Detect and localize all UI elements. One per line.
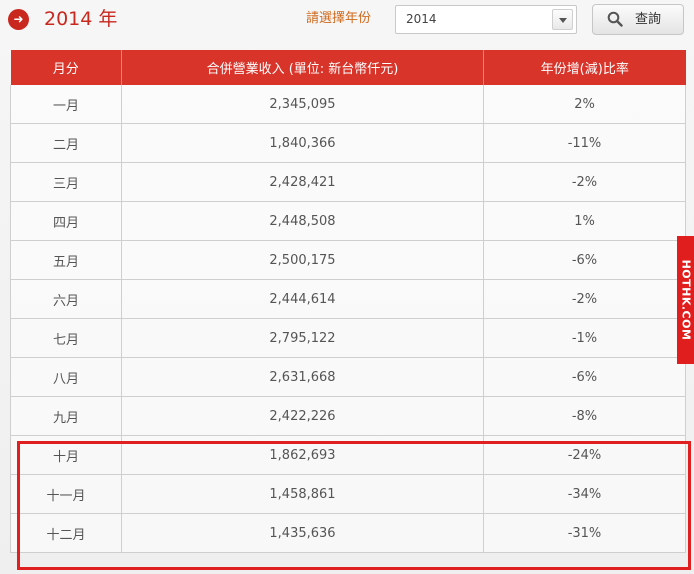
cell-month: 五月 <box>10 240 122 280</box>
column-header-month: 月分 <box>10 50 122 85</box>
year-select[interactable]: 2014 <box>395 5 577 34</box>
cell-change: -6% <box>483 357 686 397</box>
cell-change: 2% <box>483 85 686 124</box>
cell-month: 九月 <box>10 396 122 436</box>
table-row: 九月 2,422,226 -8% <box>10 396 686 436</box>
year-select-label: 請選擇年份 <box>306 11 372 26</box>
cell-revenue: 2,448,508 <box>121 201 484 241</box>
cell-month: 六月 <box>10 279 122 319</box>
year-select-value: 2014 <box>406 12 437 26</box>
table-row: 四月 2,448,508 1% <box>10 201 686 241</box>
cell-month: 七月 <box>10 318 122 358</box>
cell-revenue: 2,428,421 <box>121 162 484 202</box>
highlight-box <box>17 441 691 570</box>
table-row: 八月 2,631,668 -6% <box>10 357 686 397</box>
search-icon <box>607 11 623 27</box>
cell-revenue: 2,795,122 <box>121 318 484 358</box>
cell-change: -6% <box>483 240 686 280</box>
cell-month: 一月 <box>10 85 122 124</box>
page-title: 2014 年 <box>44 8 118 30</box>
cell-revenue: 2,345,095 <box>121 85 484 124</box>
table-row: 五月 2,500,175 -6% <box>10 240 686 280</box>
table-row: 三月 2,428,421 -2% <box>10 162 686 202</box>
table-header-row: 月分 合併營業收入 (單位: 新台幣仟元) 年份增(減)比率 <box>10 50 686 85</box>
dropdown-button[interactable] <box>552 9 573 30</box>
chevron-down-icon <box>559 18 567 23</box>
table-row: 七月 2,795,122 -1% <box>10 318 686 358</box>
query-button[interactable]: 查詢 <box>592 4 684 35</box>
cell-revenue: 2,422,226 <box>121 396 484 436</box>
cell-change: -1% <box>483 318 686 358</box>
cell-month: 八月 <box>10 357 122 397</box>
cell-change: -2% <box>483 162 686 202</box>
cell-change: -8% <box>483 396 686 436</box>
cell-revenue: 1,840,366 <box>121 123 484 163</box>
watermark-text: HOTHK.COM <box>679 259 692 341</box>
query-button-label: 查詢 <box>635 12 662 27</box>
toolbar: ➜ 2014 年 請選擇年份 2014 查詢 <box>0 0 694 42</box>
cell-revenue: 2,444,614 <box>121 279 484 319</box>
arrow-right-icon: ➜ <box>8 9 29 30</box>
column-header-revenue: 合併營業收入 (單位: 新台幣仟元) <box>121 50 484 85</box>
cell-revenue: 2,500,175 <box>121 240 484 280</box>
cell-month: 四月 <box>10 201 122 241</box>
cell-change: -11% <box>483 123 686 163</box>
cell-month: 三月 <box>10 162 122 202</box>
cell-month: 二月 <box>10 123 122 163</box>
column-header-change: 年份增(減)比率 <box>483 50 686 85</box>
watermark: HOTHK.COM <box>677 236 694 364</box>
cell-change: -2% <box>483 279 686 319</box>
revenue-page: ➜ 2014 年 請選擇年份 2014 查詢 月分 合併營業收入 (單位: 新台… <box>0 0 694 574</box>
table-row: 一月 2,345,095 2% <box>10 85 686 124</box>
table-row: 二月 1,840,366 -11% <box>10 123 686 163</box>
table-row: 六月 2,444,614 -2% <box>10 279 686 319</box>
cell-change: 1% <box>483 201 686 241</box>
cell-revenue: 2,631,668 <box>121 357 484 397</box>
